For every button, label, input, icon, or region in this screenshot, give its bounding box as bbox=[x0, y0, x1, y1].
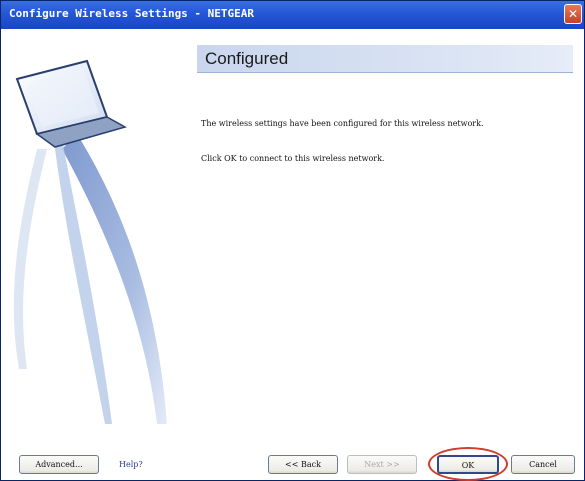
advanced-button[interactable]: Advanced... bbox=[19, 455, 99, 474]
cancel-button[interactable]: Cancel bbox=[511, 455, 575, 474]
window-title: Configure Wireless Settings - NETGEAR bbox=[9, 7, 255, 20]
close-icon[interactable]: ✕ bbox=[564, 4, 582, 24]
back-button[interactable]: << Back bbox=[268, 455, 338, 474]
page-title: Configured bbox=[205, 49, 289, 68]
configured-message: The wireless settings have been configur… bbox=[201, 119, 484, 128]
connect-instruction: Click OK to connect to this wireless net… bbox=[201, 154, 385, 163]
ok-highlight-annotation bbox=[428, 447, 508, 481]
next-button: Next >> bbox=[347, 455, 417, 474]
dialog-content: Configured The wireless settings have be… bbox=[1, 29, 584, 481]
title-bar[interactable]: Configure Wireless Settings - NETGEAR ✕ bbox=[1, 1, 584, 29]
configure-wireless-dialog: Configure Wireless Settings - NETGEAR ✕ bbox=[0, 0, 585, 481]
laptop-wireless-illustration bbox=[13, 59, 167, 424]
help-link[interactable]: Help? bbox=[119, 460, 143, 469]
page-heading-bar: Configured bbox=[197, 45, 573, 73]
